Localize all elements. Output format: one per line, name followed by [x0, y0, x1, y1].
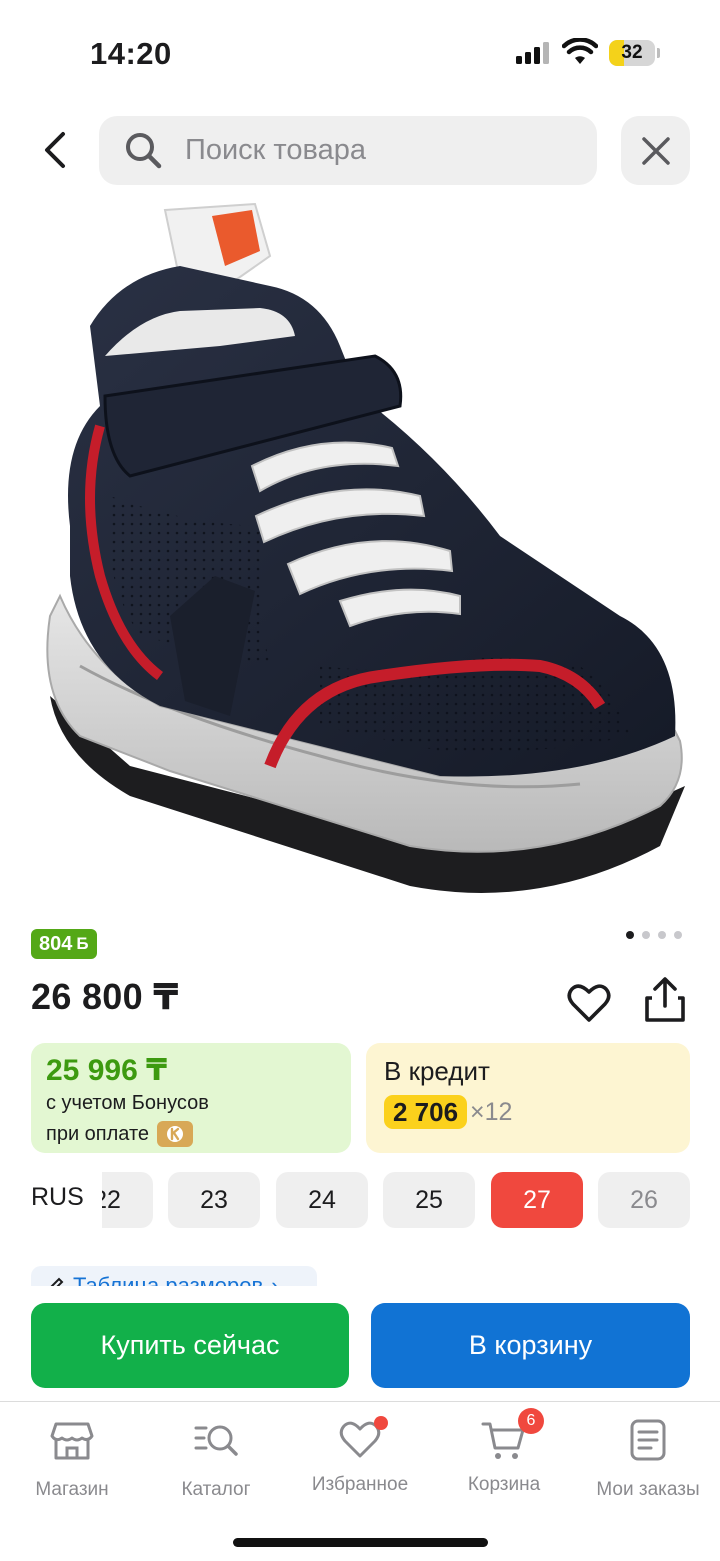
nav-item-cart[interactable]: 6 Корзина [432, 1408, 576, 1496]
cart-count-badge: 6 [518, 1408, 544, 1434]
size-chip[interactable]: 22 [102, 1172, 153, 1228]
size-chip[interactable]: 23 [168, 1172, 260, 1228]
bonus-badge-value: 804 [39, 933, 73, 955]
home-indicator[interactable] [233, 1538, 488, 1547]
nav-item-store[interactable]: Магазин [0, 1416, 144, 1500]
product-image[interactable] [20, 196, 700, 916]
size-chip[interactable]: 25 [383, 1172, 475, 1228]
status-time: 14:20 [90, 36, 172, 71]
battery-level: 32 [621, 42, 643, 63]
close-icon [641, 136, 670, 165]
wifi-icon [562, 38, 598, 64]
battery-icon: 32 [609, 40, 660, 66]
bonus-badge: 804 Б [31, 929, 97, 959]
nav-label: Каталог [181, 1479, 251, 1500]
chevron-left-icon [45, 132, 65, 168]
status-bar: 14:20 32 [0, 0, 720, 100]
store-icon [50, 1422, 94, 1460]
size-system-label: RUS [31, 1183, 84, 1211]
bonus-price: 25 996 ₸ [46, 1054, 167, 1087]
buy-now-button[interactable]: Купить сейчас [31, 1303, 349, 1388]
bonus-currency: Б [76, 934, 89, 953]
share-button[interactable] [642, 976, 688, 1024]
nav-item-orders[interactable]: Мои заказы [576, 1416, 720, 1500]
nav-label: Корзина [467, 1474, 541, 1495]
bonus-caption-text: при оплате [46, 1122, 150, 1145]
catalog-search-icon [194, 1425, 238, 1456]
nav-label: Мои заказы [596, 1479, 700, 1500]
gallery-pagination[interactable] [626, 931, 682, 939]
gallery-dot[interactable] [626, 931, 634, 939]
back-button[interactable] [28, 120, 84, 180]
size-chip-unavailable[interactable]: 26 [598, 1172, 690, 1228]
search-input[interactable]: Поиск товара [99, 116, 597, 185]
bonus-price-card[interactable]: 25 996 ₸ с учетом Бонусов при оплате [31, 1043, 351, 1153]
credit-title: В кредит [384, 1056, 490, 1086]
notification-dot [374, 1416, 388, 1430]
heart-icon-wrap [336, 1416, 388, 1464]
cellular-signal-icon [516, 42, 550, 64]
nav-item-catalog[interactable]: Каталог [144, 1416, 288, 1500]
gallery-dot[interactable] [642, 931, 650, 939]
nav-label: Магазин [35, 1479, 109, 1500]
nav-item-favorites[interactable]: Избранное [288, 1416, 432, 1496]
credit-months: ×12 [470, 1098, 513, 1126]
gallery-dot[interactable] [674, 931, 682, 939]
size-chip-selected[interactable]: 27 [491, 1172, 583, 1228]
size-selector[interactable]: 22 23 24 25 27 26 [102, 1172, 702, 1230]
favorite-button[interactable] [566, 980, 612, 1026]
product-price: 26 800 ₸ [31, 976, 179, 1017]
search-placeholder: Поиск товара [185, 134, 366, 166]
magnifier-icon [126, 133, 162, 169]
close-button[interactable] [621, 116, 690, 185]
kaspi-pay-icon [157, 1121, 194, 1147]
credit-monthly-payment: 2 706 [384, 1095, 468, 1129]
cart-icon-wrap: 6 [480, 1408, 544, 1464]
add-to-cart-button[interactable]: В корзину [371, 1303, 690, 1388]
bottom-navigation: Магазин Каталог Избранное 6 Корзина Мои … [0, 1402, 720, 1512]
bonus-caption-line1: с учетом Бонусов [46, 1092, 209, 1114]
nav-label: Избранное [311, 1474, 409, 1495]
orders-icon [630, 1419, 666, 1461]
credit-card[interactable]: В кредит 2 706 ×12 [366, 1043, 690, 1153]
bonus-caption-line2: при оплате [46, 1121, 194, 1147]
gallery-dot[interactable] [658, 931, 666, 939]
size-chip[interactable]: 24 [276, 1172, 368, 1228]
